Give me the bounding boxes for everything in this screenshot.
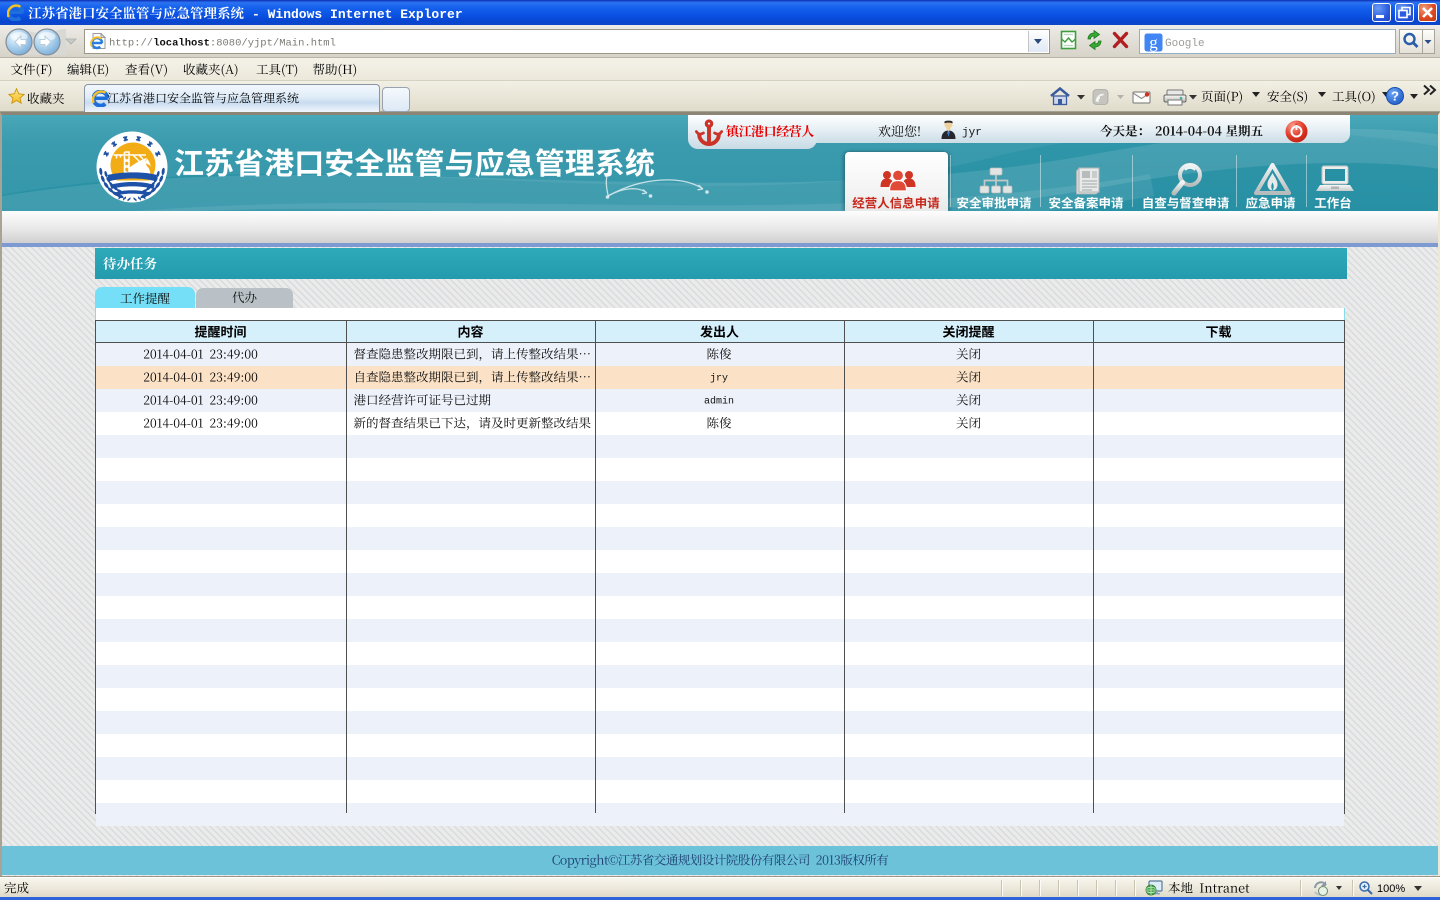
svg-text:?: ? bbox=[1391, 89, 1399, 104]
svg-text:g: g bbox=[1149, 33, 1158, 52]
